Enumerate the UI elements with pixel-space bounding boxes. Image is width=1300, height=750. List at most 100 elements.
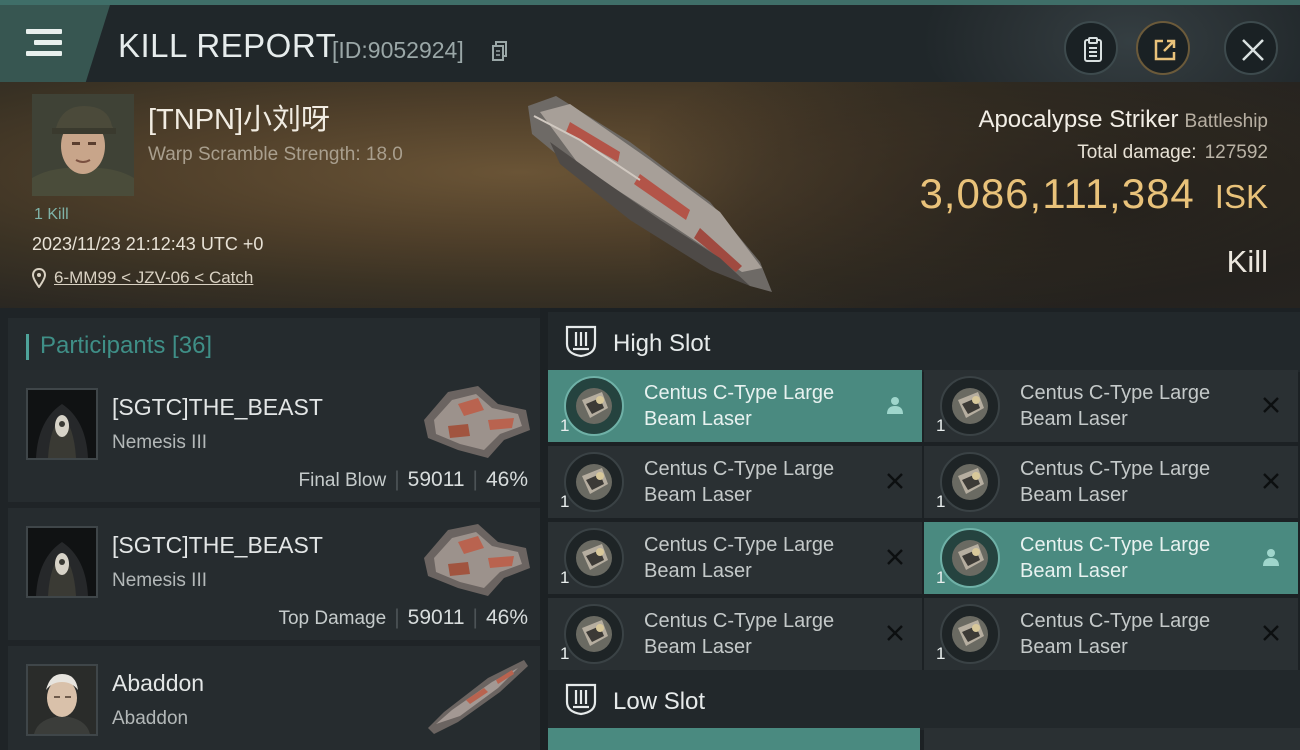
menu-icon (26, 29, 62, 57)
fitting-panel: High Slot 1 Centus C-Type Large Beam Laser… (540, 308, 1300, 750)
module-quantity: 1 (560, 416, 570, 435)
clipboard-button[interactable] (1064, 21, 1118, 75)
module-name-line1: Centus C-Type Large (644, 534, 835, 556)
module-name-line2: Beam Laser (644, 560, 752, 582)
copy-icon[interactable] (492, 41, 508, 61)
participant-ship-image (428, 660, 528, 734)
participant-card[interactable]: Abaddon Abaddon (8, 646, 540, 750)
module-name-line1: Centus C-Type Large (644, 610, 835, 632)
beam-laser-icon (940, 452, 1000, 512)
module-quantity: 1 (936, 568, 946, 587)
high-slot-icon (565, 325, 597, 358)
module-name: Centus C-Type Large Beam Laser (1020, 608, 1250, 660)
participant-stats: Final Blow | 59011 | 46% (298, 468, 528, 491)
victim-avatar[interactable] (32, 94, 134, 196)
total-damage: Total damage: 127592 (1077, 142, 1268, 164)
module-item[interactable]: 1 Centus C-Type Large Beam Laser (548, 446, 922, 518)
share-icon (1154, 39, 1176, 61)
module-item[interactable]: 1 Centus C-Type Large Beam Laser (548, 522, 922, 594)
destroyed-x-icon (1263, 625, 1279, 641)
low-slot-module-partial[interactable] (548, 728, 920, 750)
destroyed-x-icon (887, 625, 903, 641)
participant-ship: Nemesis III (112, 570, 208, 591)
destroyed-x-icon (1263, 473, 1279, 489)
participant-ship-image (424, 386, 530, 458)
module-item[interactable]: 1 Centus C-Type Large Beam Laser (924, 598, 1298, 670)
module-item[interactable]: 1 Centus C-Type Large Beam Laser (548, 598, 922, 670)
module-name-line2: Beam Laser (644, 636, 752, 658)
low-slot-header[interactable]: Low Slot (548, 670, 1300, 730)
participant-role: Final Blow (298, 470, 387, 491)
kill-report-screen: KILL REPORT [ID:9052924] [TNPN]小刘呀 Warp … (0, 0, 1300, 750)
participant-name: [SGTC]THE_BEAST (112, 532, 323, 558)
module-name-line2: Beam Laser (644, 484, 752, 506)
module-name-line2: Beam Laser (1020, 560, 1128, 582)
isk-value: 3,086,111,384 (919, 170, 1195, 217)
result-label: Kill (1226, 244, 1268, 279)
header-bar: KILL REPORT [ID:9052924] (0, 0, 1300, 82)
participant-avatar (26, 388, 98, 460)
module-quantity: 1 (936, 644, 946, 663)
module-name-line2: Beam Laser (1020, 636, 1128, 658)
module-item[interactable]: 1 Centus C-Type Large Beam Laser (924, 446, 1298, 518)
isk-value-line: 3,086,111,384 ISK (919, 170, 1268, 218)
beam-laser-icon (564, 604, 624, 664)
module-name: Centus C-Type Large Beam Laser (1020, 532, 1250, 584)
victim-ship-class: Battleship (1184, 111, 1268, 132)
victim-ship-line: Apocalypse Striker Battleship (978, 106, 1268, 134)
total-damage-label: Total damage: (1077, 142, 1197, 163)
close-button[interactable] (1224, 21, 1278, 75)
beam-laser-icon (940, 528, 1000, 588)
high-slot-title: High Slot (613, 330, 711, 357)
participant-card[interactable]: [SGTC]THE_BEAST Nemesis III Top Damage | 5… (8, 508, 540, 640)
module-name-line2: Beam Laser (1020, 408, 1128, 430)
module-name-line2: Beam Laser (644, 408, 752, 430)
module-name: Centus C-Type Large Beam Laser (1020, 456, 1250, 508)
participants-panel: Participants [36] [SGTC]THE_BEAST Nemesi… (0, 308, 540, 750)
participants-title: Participants [36] (40, 332, 213, 359)
participants-header[interactable]: Participants [36] (8, 318, 540, 374)
high-slot-header[interactable]: High Slot (548, 312, 1300, 372)
fitted-person-icon (1263, 549, 1279, 566)
module-name: Centus C-Type Large Beam Laser (644, 456, 874, 508)
beam-laser-icon (564, 528, 624, 588)
beam-laser-icon (564, 376, 624, 436)
destroyed-x-icon (887, 473, 903, 489)
participant-card[interactable]: [SGTC]THE_BEAST Nemesis III Final Blow | 5… (8, 370, 540, 502)
participant-stats: Top Damage | 59011 | 46% (278, 606, 528, 629)
destroyed-x-icon (1263, 397, 1279, 413)
participant-name: Abaddon (112, 670, 205, 696)
module-quantity: 1 (936, 492, 946, 511)
destroyed-x-icon (887, 549, 903, 565)
menu-button[interactable] (0, 5, 110, 82)
fitted-person-icon (887, 397, 903, 414)
module-name-line1: Centus C-Type Large (1020, 458, 1211, 480)
module-item[interactable]: 1 Centus C-Type Large Beam Laser (924, 522, 1298, 594)
warp-scramble-strength: Warp Scramble Strength: 18.0 (148, 144, 403, 165)
beam-laser-icon (940, 604, 1000, 664)
beam-laser-icon (940, 376, 1000, 436)
module-name: Centus C-Type Large Beam Laser (644, 532, 874, 584)
low-slot-title: Low Slot (613, 688, 706, 715)
victim-name[interactable]: [TNPN]小刘呀 (148, 96, 330, 138)
location-link[interactable]: 6-MM99 < JZV-06 < Catch (54, 268, 253, 288)
victim-ship-name[interactable]: Apocalypse Striker (978, 106, 1178, 133)
kill-datetime: 2023/11/23 21:12:43 UTC +0 (32, 234, 264, 254)
participant-ship: Nemesis III (112, 432, 208, 453)
victim-ship-image (528, 96, 772, 292)
module-item[interactable]: 1 Centus C-Type Large Beam Laser (548, 370, 922, 442)
clipboard-icon (1084, 37, 1102, 62)
module-name: Centus C-Type Large Beam Laser (1020, 380, 1250, 432)
participant-avatar (26, 526, 98, 598)
participant-ship: Abaddon (112, 708, 189, 729)
participant-damage: 59011 (407, 606, 465, 629)
participant-name: [SGTC]THE_BEAST (112, 394, 323, 420)
participant-percent: 46% (485, 606, 528, 629)
module-quantity: 1 (936, 416, 946, 435)
low-slot-module-partial[interactable] (924, 728, 1300, 750)
total-damage-value: 127592 (1204, 142, 1268, 163)
isk-unit: ISK (1214, 178, 1268, 215)
share-button[interactable] (1136, 21, 1190, 75)
module-item[interactable]: 1 Centus C-Type Large Beam Laser (924, 370, 1298, 442)
module-quantity: 1 (560, 492, 570, 511)
